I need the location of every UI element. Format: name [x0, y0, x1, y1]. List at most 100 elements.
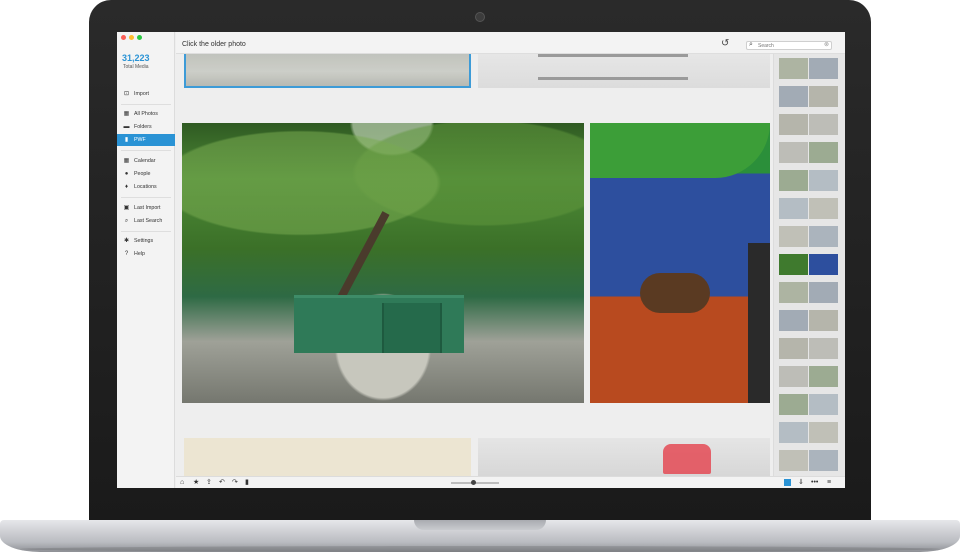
rotate-left-icon[interactable]: ↶ — [219, 479, 225, 487]
filmstrip-thumbnail[interactable] — [779, 58, 808, 79]
gear-icon: ✱ — [123, 237, 130, 244]
filmstrip-thumbnail-selected[interactable] — [779, 254, 808, 275]
undo-icon[interactable]: ↺ — [721, 39, 729, 49]
filmstrip-thumbnail[interactable] — [809, 170, 838, 191]
filmstrip-thumbnail[interactable] — [809, 310, 838, 331]
filmstrip-thumbnail[interactable] — [779, 366, 808, 387]
sidebar-item-calendar[interactable]: ▦ Calendar — [117, 155, 175, 167]
sidebar-item-people[interactable]: ● People — [117, 168, 175, 180]
filmstrip-thumbnail[interactable] — [809, 58, 838, 79]
person-green-scarf-photo[interactable] — [590, 123, 770, 403]
view-mode-button[interactable] — [784, 479, 791, 486]
laptop-shadow — [20, 546, 940, 552]
folder-icon: ▬ — [123, 123, 130, 130]
filmstrip-thumbnail[interactable] — [779, 198, 808, 219]
help-icon: ? — [124, 250, 129, 257]
filmstrip-thumbnail[interactable] — [779, 450, 808, 471]
photo-scarf — [590, 123, 770, 178]
app-window: 31,223 Total Media ⊡ Import ▦ All Photos… — [117, 32, 845, 488]
sidebar-item-locations[interactable]: ♦ Locations — [117, 181, 175, 193]
forest-gate-photo[interactable] — [182, 123, 584, 403]
sidebar-item-last-import[interactable]: ▣ Last Import — [117, 202, 175, 214]
filmstrip-thumbnail[interactable] — [779, 282, 808, 303]
home-icon[interactable]: ⌂ — [180, 479, 184, 487]
calendar-icon: ▦ — [123, 157, 130, 164]
sidebar-item-label: Settings — [134, 238, 154, 244]
filmstrip-thumbnail[interactable] — [779, 226, 808, 247]
filmstrip-thumbnail[interactable] — [809, 226, 838, 247]
photo-thumbnail[interactable] — [478, 54, 770, 88]
filmstrip-thumbnail[interactable] — [779, 338, 808, 359]
sidebar-divider — [121, 231, 171, 232]
clear-search-icon[interactable]: ⊗ — [824, 41, 829, 48]
sidebar-item-label: PWF — [134, 137, 146, 143]
download-icon[interactable]: ⇓ — [798, 479, 804, 487]
sidebar-divider — [121, 104, 171, 105]
photo-car — [663, 444, 711, 474]
filmstrip-thumbnail[interactable] — [809, 114, 838, 135]
camera-icon — [475, 12, 485, 22]
sidebar-item-pwf[interactable]: ▮ PWF — [117, 134, 175, 146]
sidebar-item-label: Calendar — [134, 158, 156, 164]
sidebar-item-folders[interactable]: ▬ Folders — [117, 121, 175, 133]
filmstrip — [773, 54, 845, 476]
filmstrip-thumbnail[interactable] — [809, 338, 838, 359]
grid-icon: ▦ — [123, 110, 130, 117]
filmstrip-thumbnail[interactable] — [779, 142, 808, 163]
minimize-window-button[interactable] — [129, 35, 134, 40]
window-controls — [121, 35, 142, 40]
top-bar: Click the older photo ↺ ⌕ ⊗ — [176, 32, 845, 54]
person-icon: ● — [124, 170, 129, 177]
more-icon[interactable]: ••• — [811, 479, 818, 487]
share-icon[interactable]: ⇪ — [206, 479, 212, 487]
sidebar-item-label: Last Import — [134, 205, 161, 211]
sidebar-divider — [121, 150, 171, 151]
filmstrip-thumbnail[interactable] — [779, 422, 808, 443]
photo-thumbnail[interactable] — [478, 438, 770, 476]
filmstrip-thumbnail[interactable] — [779, 170, 808, 191]
book-icon: ▮ — [124, 136, 129, 143]
filmstrip-thumbnail[interactable] — [809, 422, 838, 443]
filmstrip-thumbnail[interactable] — [809, 198, 838, 219]
filmstrip-thumbnail[interactable] — [809, 450, 838, 471]
filmstrip-thumbnail[interactable] — [809, 366, 838, 387]
filmstrip-thumbnail[interactable] — [779, 310, 808, 331]
sidebar: 31,223 Total Media ⊡ Import ▦ All Photos… — [117, 32, 175, 488]
filmstrip-thumbnail[interactable] — [779, 114, 808, 135]
zoom-slider-handle[interactable] — [471, 480, 476, 485]
total-media-count: 31,223 — [122, 53, 150, 63]
filmstrip-thumbnail[interactable] — [809, 394, 838, 415]
photo-thumbnail[interactable] — [184, 438, 471, 476]
sidebar-item-all-photos[interactable]: ▦ All Photos — [117, 108, 175, 120]
sidebar-item-last-search[interactable]: ⌕ Last Search — [117, 215, 175, 227]
maximize-window-button[interactable] — [137, 35, 142, 40]
close-window-button[interactable] — [121, 35, 126, 40]
laptop-notch — [414, 520, 546, 530]
star-icon[interactable]: ★ — [193, 479, 199, 487]
filmstrip-thumbnail[interactable] — [809, 142, 838, 163]
filmstrip-thumbnail[interactable] — [779, 86, 808, 107]
filmstrip-thumbnail[interactable] — [779, 394, 808, 415]
sidebar-item-label: Help — [134, 251, 145, 257]
location-pin-icon: ♦ — [124, 183, 129, 190]
photo-hands — [640, 273, 710, 313]
sidebar-item-import[interactable]: ⊡ Import — [117, 88, 175, 100]
search-input[interactable] — [758, 42, 820, 49]
search-icon: ⌕ — [124, 217, 129, 224]
filmstrip-thumbnail-selected[interactable] — [809, 254, 838, 275]
sidebar-divider — [121, 197, 171, 198]
sidebar-item-help[interactable]: ? Help — [117, 248, 175, 260]
sidebar-item-settings[interactable]: ✱ Settings — [117, 235, 175, 247]
trash-icon[interactable]: ▮ — [245, 479, 249, 487]
photo-background — [748, 243, 770, 403]
photo-thumbnail[interactable] — [184, 54, 471, 88]
sidebar-item-label: Import — [134, 91, 150, 97]
menu-icon[interactable]: ≡ — [827, 479, 831, 487]
filmstrip-thumbnail[interactable] — [809, 282, 838, 303]
bottom-toolbar: ⌂ ★ ⇪ ↶ ↷ ▮ ⇓ ••• ≡ — [176, 476, 845, 488]
filmstrip-thumbnail[interactable] — [809, 86, 838, 107]
photo-gate-door — [382, 303, 442, 353]
search-box[interactable]: ⌕ ⊗ — [746, 41, 832, 50]
sidebar-item-label: People — [134, 171, 151, 177]
rotate-right-icon[interactable]: ↷ — [232, 479, 238, 487]
